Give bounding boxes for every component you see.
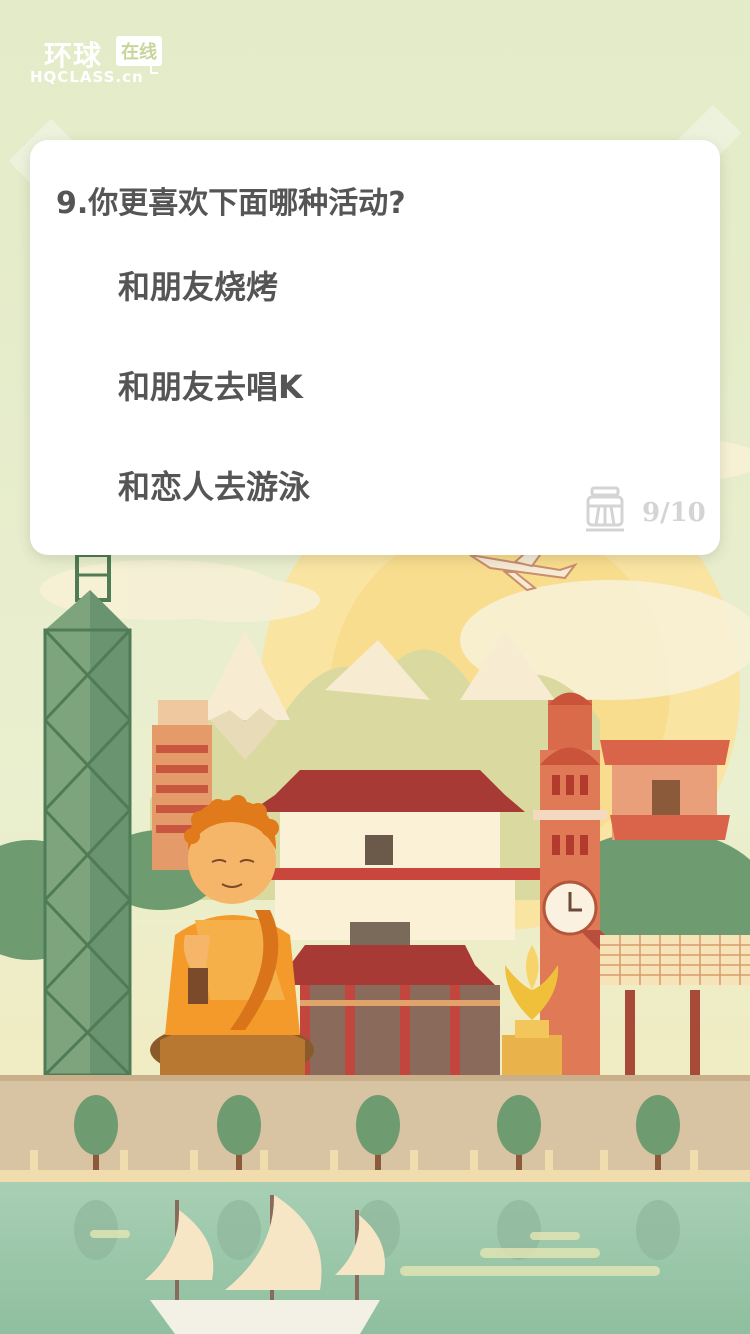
railing bbox=[0, 1170, 750, 1182]
progress-counter: 9/10 bbox=[642, 498, 706, 528]
logo-subtitle: HQCLASS.cn bbox=[30, 68, 144, 86]
logo: 环球 在线 HQCLASS.cn bbox=[30, 34, 180, 90]
right-buildings bbox=[600, 740, 730, 840]
answer-option-1[interactable]: 和朋友烧烤 bbox=[118, 250, 310, 350]
answer-option-2[interactable]: 和朋友去唱K bbox=[118, 350, 310, 450]
question-card: 9.你更喜欢下面哪种活动? 和朋友烧烤 和朋友去唱K 和恋人去游泳 9/10 bbox=[30, 140, 720, 555]
answer-options: 和朋友烧烤 和朋友去唱K 和恋人去游泳 bbox=[118, 250, 310, 550]
tram-icon bbox=[586, 486, 624, 532]
bank-of-china-tower bbox=[43, 553, 132, 1077]
answer-option-3[interactable]: 和恋人去游泳 bbox=[118, 450, 310, 550]
logo-speech-hook bbox=[150, 62, 158, 74]
question-title: 9.你更喜欢下面哪种活动? bbox=[56, 186, 406, 221]
